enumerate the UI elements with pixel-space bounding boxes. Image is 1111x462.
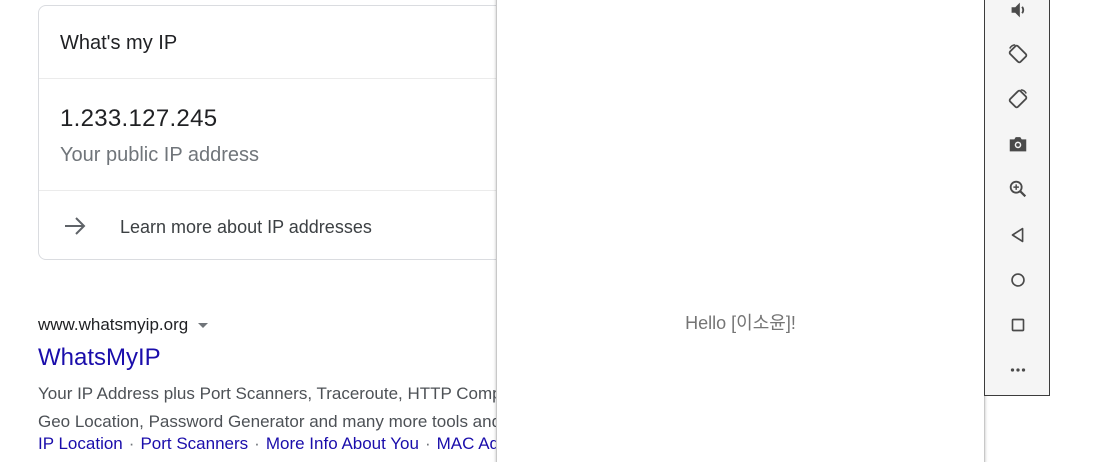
more-button[interactable] [1005,357,1031,383]
rotate-left-icon [1008,44,1028,64]
greeting-text: Hello [이소윤]! [685,313,796,333]
more-dots-icon [1010,368,1026,372]
sitelink-ip-location[interactable]: IP Location [38,434,123,453]
result-title-link[interactable]: WhatsMyIP [38,344,161,372]
zoom-button[interactable] [1005,176,1031,202]
camera-icon [1009,137,1027,152]
separator-dot: · [254,434,260,453]
volume-down-icon [1011,2,1025,18]
result-url: www.whatsmyip.org [38,315,189,334]
home-circle-icon [1011,273,1025,287]
rotate-left-button[interactable] [1005,41,1031,67]
overview-square-icon [1011,318,1025,332]
ip-address-value: 1.233.127.245 [60,105,218,132]
result-snippet: Your IP Address plus Port Scanners, Trac… [38,380,556,436]
result-sitelinks: IP Location · Port Scanners · More Info Abou… [38,434,541,454]
zoom-in-icon [1009,180,1027,198]
back-button[interactable] [1005,222,1031,248]
overview-button[interactable] [1005,312,1031,338]
back-triangle-icon [1011,227,1024,243]
screenshot-button[interactable] [1005,131,1031,157]
emulator-screen[interactable]: Hello [이소윤]! [496,0,985,462]
volume-down-button[interactable] [1005,0,1031,23]
learn-more-label: Learn more about IP addresses [120,217,372,237]
separator-dot: · [128,434,135,453]
separator-dot: · [424,434,431,453]
sitelink-more-info[interactable]: More Info About You [266,434,419,453]
caret-down-icon[interactable] [198,323,209,329]
sitelink-port-scanners[interactable]: Port Scanners [140,434,248,453]
snippet-line-1: Your IP Address plus Port Scanners, Trac… [38,384,557,403]
home-button[interactable] [1005,267,1031,293]
rotate-right-icon [1008,89,1028,109]
arrow-right-icon [65,217,86,235]
browser-viewport: What's my IP 1.233.127.245 Your public I… [0,0,1111,462]
ip-address-label: Your public IP address [60,144,260,166]
result-cite: www.whatsmyip.org [38,315,209,335]
card-query-title: What's my IP [60,32,178,54]
snippet-line-2: Geo Location, Password Generator and man… [38,412,502,431]
rotate-right-button[interactable] [1005,86,1031,112]
emulator-toolbar [984,0,1050,396]
